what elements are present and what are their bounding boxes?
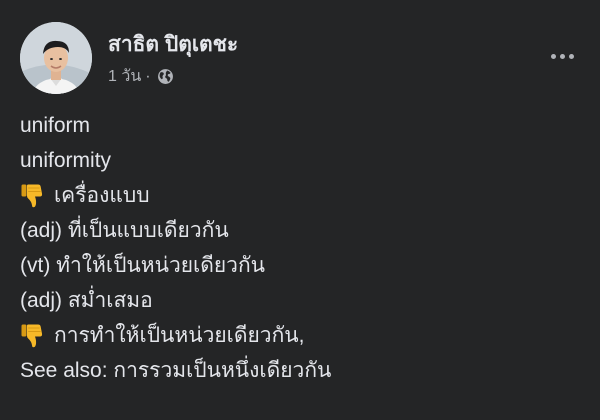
author-name[interactable]: สาธิต ปิตุเตชะ bbox=[108, 28, 238, 61]
post-line: (adj) สม่ำเสมอ bbox=[20, 283, 580, 318]
globe-icon[interactable] bbox=[157, 68, 174, 85]
post-body: uniform uniformity เครื่องแบบ (adj) ที่เ… bbox=[20, 108, 580, 388]
post-line-text: การทำให้เป็นหน่วยเดียวกัน, bbox=[54, 324, 305, 347]
post-card: สาธิต ปิตุเตชะ 1 วัน · uniform uniformit… bbox=[0, 0, 600, 420]
post-line-text: uniformity bbox=[20, 149, 112, 172]
more-options-button[interactable] bbox=[544, 42, 580, 70]
post-line-text: เครื่องแบบ bbox=[54, 184, 150, 207]
post-time[interactable]: 1 วัน bbox=[108, 64, 141, 89]
post-line: uniform bbox=[20, 108, 580, 143]
post-meta: 1 วัน · bbox=[108, 64, 174, 89]
post-line-text: See also: การรวมเป็นหนึ่งเดียวกัน bbox=[20, 359, 332, 382]
meta-separator: · bbox=[145, 67, 151, 85]
avatar-image bbox=[20, 22, 92, 94]
thumbs-down-emoji-icon bbox=[20, 323, 44, 349]
post-header: สาธิต ปิตุเตชะ 1 วัน · bbox=[20, 22, 580, 94]
post-line-text: (adj) สม่ำเสมอ bbox=[20, 289, 153, 312]
post-line: See also: การรวมเป็นหนึ่งเดียวกัน bbox=[20, 353, 580, 388]
post-line: uniformity bbox=[20, 143, 580, 178]
post-line-text: (vt) ทำให้เป็นหน่วยเดียวกัน bbox=[20, 254, 266, 277]
post-line: (adj) ที่เป็นแบบเดียวกัน bbox=[20, 213, 580, 248]
post-line-text: uniform bbox=[20, 114, 91, 137]
post-line: (vt) ทำให้เป็นหน่วยเดียวกัน bbox=[20, 248, 580, 283]
post-line: เครื่องแบบ bbox=[20, 178, 580, 213]
more-options-icon bbox=[550, 53, 574, 59]
post-line: การทำให้เป็นหน่วยเดียวกัน, bbox=[20, 318, 580, 353]
thumbs-down-emoji-icon bbox=[20, 183, 44, 209]
avatar[interactable] bbox=[20, 22, 92, 94]
post-line-text: (adj) ที่เป็นแบบเดียวกัน bbox=[20, 219, 229, 242]
